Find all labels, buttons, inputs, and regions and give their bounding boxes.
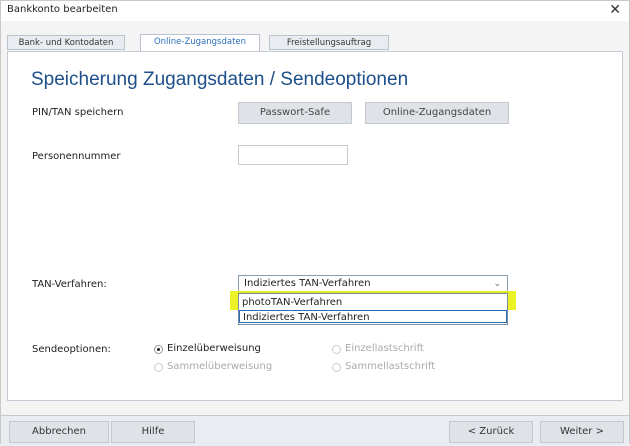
tab-freistellungsauftrag[interactable]: Freistellungsauftrag — [269, 35, 389, 50]
personennummer-label: Personennummer — [32, 151, 121, 162]
radio-sammellastschrift[interactable] — [332, 363, 341, 372]
online-zugangsdaten-button[interactable]: Online-Zugangsdaten — [365, 102, 509, 124]
radio-sammelueberweisung[interactable] — [154, 363, 163, 372]
sammellastschrift-label: Sammellastschrift — [345, 361, 436, 372]
abbrechen-button[interactable]: Abbrechen — [9, 421, 109, 443]
option-indiziertes-tan[interactable]: Indiziertes TAN-Verfahren — [239, 310, 507, 323]
option-phototan[interactable]: photoTAN-Verfahren — [239, 296, 507, 309]
weiter-button[interactable]: Weiter > — [540, 421, 624, 443]
dialog-window: Bankkonto bearbeiten ✕ Bank- und Kontoda… — [0, 0, 630, 446]
window-title: Bankkonto bearbeiten — [7, 4, 118, 15]
close-icon[interactable]: ✕ — [609, 2, 621, 18]
title-bar: Bankkonto bearbeiten ✕ — [1, 1, 629, 21]
tab-online-zugangsdaten[interactable]: Online-Zugangsdaten — [140, 34, 260, 51]
pin-tan-label: PIN/TAN speichern — [32, 107, 124, 118]
sammelueberweisung-label: Sammelüberweisung — [167, 361, 273, 372]
zurueck-button[interactable]: < Zurück — [449, 421, 533, 443]
passwort-safe-button[interactable]: Passwort-Safe — [238, 102, 352, 124]
einzelueberweisung-label: Einzelüberweisung — [167, 343, 261, 354]
tan-dropdown-list: photoTAN-Verfahren Indiziertes TAN-Verfa… — [238, 293, 508, 325]
chevron-down-icon[interactable]: ⌄ — [493, 276, 501, 292]
tab-bank-und-kontodaten[interactable]: Bank- und Kontodaten — [7, 35, 125, 50]
hilfe-button[interactable]: Hilfe — [111, 421, 195, 443]
tan-selected-value: Indiziertes TAN-Verfahren — [244, 278, 371, 289]
radio-einzelueberweisung[interactable] — [154, 345, 163, 354]
einzellastschrift-label: Einzellastschrift — [345, 343, 424, 354]
personennummer-field[interactable] — [238, 145, 348, 165]
tan-verfahren-label: TAN-Verfahren: — [32, 279, 107, 290]
radio-einzellastschrift[interactable] — [332, 345, 341, 354]
sendeoptionen-label: Sendeoptionen: — [32, 344, 111, 355]
page-title: Speicherung Zugangsdaten / Sendeoptionen — [31, 69, 409, 90]
